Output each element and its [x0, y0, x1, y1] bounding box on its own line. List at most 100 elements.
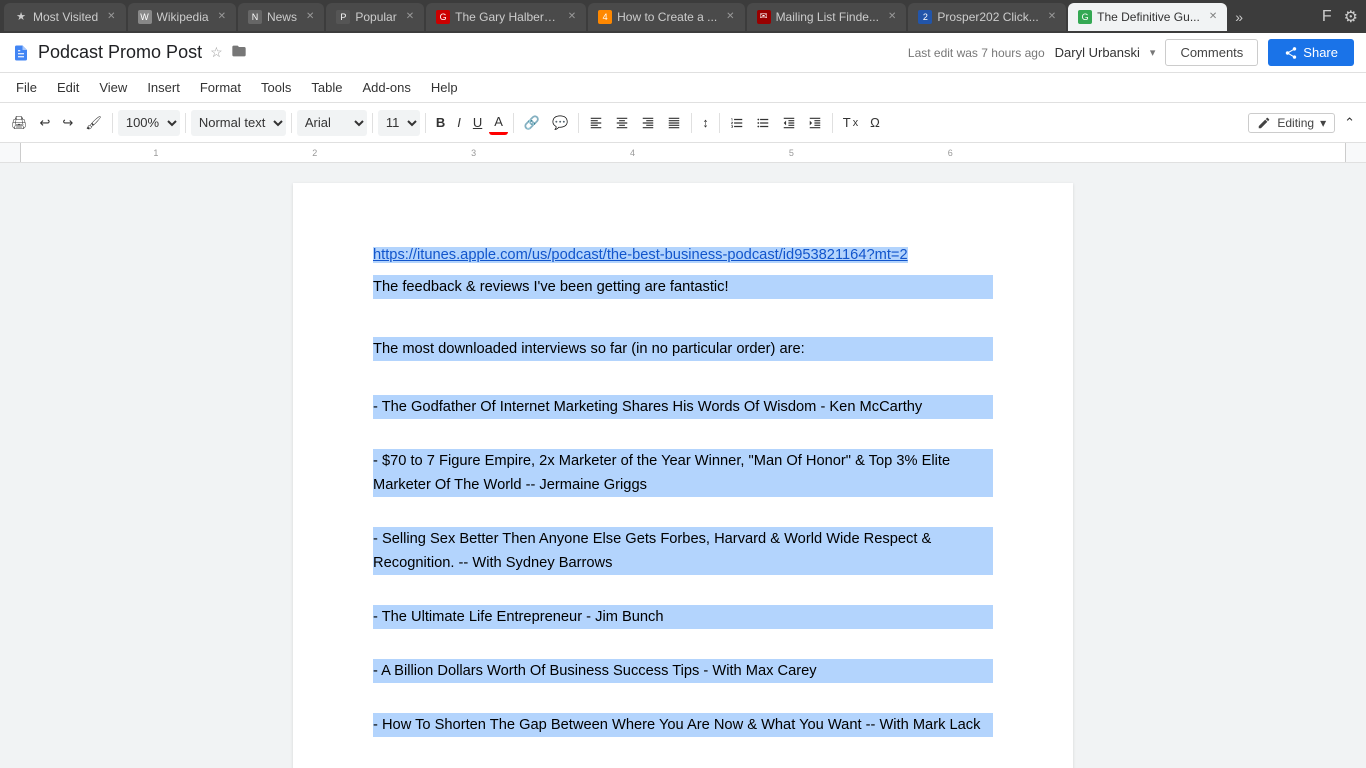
news-favicon: N: [248, 10, 262, 24]
doc-item-4-text: - The Ultimate Life Entrepreneur - Jim B…: [373, 609, 664, 625]
editing-mode-dropdown[interactable]: ▾: [1320, 116, 1326, 130]
menu-table[interactable]: Table: [303, 78, 350, 97]
tab-how-to-create-close[interactable]: ✕: [726, 11, 734, 22]
tab-mailing-list-close[interactable]: ✕: [888, 11, 896, 22]
how-to-create-favicon: 4: [598, 10, 612, 24]
numbered-list-button[interactable]: [725, 113, 749, 133]
toolbar-sep-8: [691, 113, 692, 133]
menu-edit[interactable]: Edit: [49, 78, 87, 97]
menu-tools[interactable]: Tools: [253, 78, 299, 97]
tab-news-label: News: [267, 10, 297, 24]
print-button[interactable]: 🖨: [6, 112, 33, 134]
decrease-indent-button[interactable]: [777, 113, 801, 133]
tab-most-visited-label: Most Visited: [33, 10, 98, 24]
browser-extensions-icon[interactable]: F: [1318, 6, 1336, 28]
user-dropdown-icon[interactable]: ▾: [1150, 46, 1156, 59]
toolbar-sep-9: [719, 113, 720, 133]
font-select[interactable]: Arial: [297, 110, 367, 136]
tab-mailing-list[interactable]: ✉ Mailing List Finde... ✕: [747, 3, 907, 31]
menu-format[interactable]: Format: [192, 78, 249, 97]
doc-item-1: - The Godfather Of Internet Marketing Sh…: [373, 395, 993, 419]
tab-gary-halbert-label: The Gary Halbert ...: [455, 10, 559, 24]
align-center-button[interactable]: [610, 113, 634, 133]
align-right-button[interactable]: [636, 113, 660, 133]
insert-link-button[interactable]: 🔗: [519, 112, 545, 134]
menu-file[interactable]: File: [8, 78, 45, 97]
ruler-mark-6: 6: [948, 148, 953, 158]
insert-special-button[interactable]: Ω: [865, 112, 885, 133]
tab-prosper202-close[interactable]: ✕: [1048, 11, 1056, 22]
align-left-button[interactable]: [584, 113, 608, 133]
tab-gary-halbert-close[interactable]: ✕: [568, 11, 576, 22]
tab-how-to-create[interactable]: 4 How to Create a ... ✕: [588, 3, 744, 31]
doc-item-2-cont: Marketer Of The World -- Jermaine Griggs: [373, 473, 993, 497]
editing-mode-label: Editing: [1277, 116, 1314, 130]
tab-most-visited[interactable]: ★ Most Visited ✕: [4, 3, 126, 31]
toolbar-sep-5: [425, 113, 426, 133]
menu-view[interactable]: View: [91, 78, 135, 97]
tab-popular[interactable]: P Popular ✕: [326, 3, 424, 31]
clear-format-button[interactable]: Tx: [838, 112, 863, 133]
doc-item-6: - How To Shorten The Gap Between Where Y…: [373, 713, 993, 737]
comments-button[interactable]: Comments: [1165, 39, 1258, 66]
wikipedia-favicon: W: [138, 10, 152, 24]
doc-link-text[interactable]: https://itunes.apple.com/us/podcast/the-…: [373, 247, 908, 263]
zoom-select[interactable]: 100%: [118, 110, 180, 136]
doc-item-2-line1: - $70 to 7 Figure Empire, 2x Marketer of…: [373, 453, 950, 469]
style-select[interactable]: Normal text: [191, 110, 286, 136]
ruler-mark-3: 3: [471, 148, 476, 158]
ruler-mark-4: 4: [630, 148, 635, 158]
undo-button[interactable]: ↩: [35, 112, 56, 134]
browser-settings-icon[interactable]: ⚙: [1340, 5, 1362, 29]
bullet-list-button[interactable]: [751, 113, 775, 133]
doc-item-3: - Selling Sex Better Then Anyone Else Ge…: [373, 527, 993, 551]
spacer-1: [373, 307, 993, 329]
text-color-button[interactable]: A: [489, 111, 508, 135]
tab-popular-close[interactable]: ✕: [406, 11, 414, 22]
redo-button[interactable]: ↪: [57, 112, 78, 134]
doc-item-5-text: - A Billion Dollars Worth Of Business Su…: [373, 663, 817, 679]
tab-most-visited-close[interactable]: ✕: [107, 11, 115, 22]
editing-mode-selector[interactable]: Editing ▾: [1248, 113, 1335, 133]
user-name[interactable]: Daryl Urbanski: [1055, 45, 1140, 60]
tab-wikipedia[interactable]: W Wikipedia ✕: [128, 3, 236, 31]
doc-para-2: The most downloaded interviews so far (i…: [373, 337, 993, 361]
doc-item-2-line2: Marketer Of The World -- Jermaine Griggs: [373, 477, 647, 493]
tab-definitive-guide[interactable]: G The Definitive Gu... ✕: [1068, 3, 1227, 31]
increase-indent-button[interactable]: [803, 113, 827, 133]
underline-button[interactable]: U: [468, 112, 487, 133]
tab-popular-label: Popular: [355, 10, 396, 24]
insert-comment-button[interactable]: 💬: [547, 112, 573, 134]
doc-star-button[interactable]: ☆: [210, 44, 223, 61]
collapse-toolbar-button[interactable]: ⌃: [1339, 112, 1360, 134]
menu-addons[interactable]: Add-ons: [354, 78, 418, 97]
gary-halbert-favicon: G: [436, 10, 450, 24]
browser-chrome: ★ Most Visited ✕ W Wikipedia ✕ N News ✕ …: [0, 0, 1366, 33]
share-button[interactable]: Share: [1268, 39, 1354, 66]
doc-folder-button[interactable]: [231, 43, 247, 62]
tab-definitive-guide-close[interactable]: ✕: [1209, 11, 1217, 22]
tab-wikipedia-close[interactable]: ✕: [218, 11, 226, 22]
tab-news[interactable]: N News ✕: [238, 3, 324, 31]
ruler-mark-1: 1: [153, 148, 158, 158]
toolbar-sep-10: [832, 113, 833, 133]
align-justify-button[interactable]: [662, 113, 686, 133]
spacer-5: [373, 579, 993, 601]
tab-prosper202[interactable]: 2 Prosper202 Click... ✕: [908, 3, 1066, 31]
document-page[interactable]: https://itunes.apple.com/us/podcast/the-…: [293, 183, 1073, 768]
bold-button[interactable]: B: [431, 112, 450, 133]
spacer-8: [373, 745, 993, 767]
doc-para-2-text: The most downloaded interviews so far (i…: [373, 341, 805, 357]
tab-gary-halbert[interactable]: G The Gary Halbert ... ✕: [426, 3, 586, 31]
paint-format-button[interactable]: 🖌: [80, 112, 107, 134]
menu-help[interactable]: Help: [423, 78, 466, 97]
document-area: https://itunes.apple.com/us/podcast/the-…: [0, 163, 1366, 768]
font-size-select[interactable]: 11: [378, 110, 420, 136]
italic-button[interactable]: I: [452, 112, 466, 133]
line-spacing-button[interactable]: ↕: [697, 112, 714, 133]
popular-favicon: P: [336, 10, 350, 24]
more-tabs-button[interactable]: »: [1229, 9, 1249, 25]
tab-news-close[interactable]: ✕: [306, 11, 314, 22]
share-icon: [1284, 46, 1298, 60]
menu-insert[interactable]: Insert: [139, 78, 188, 97]
